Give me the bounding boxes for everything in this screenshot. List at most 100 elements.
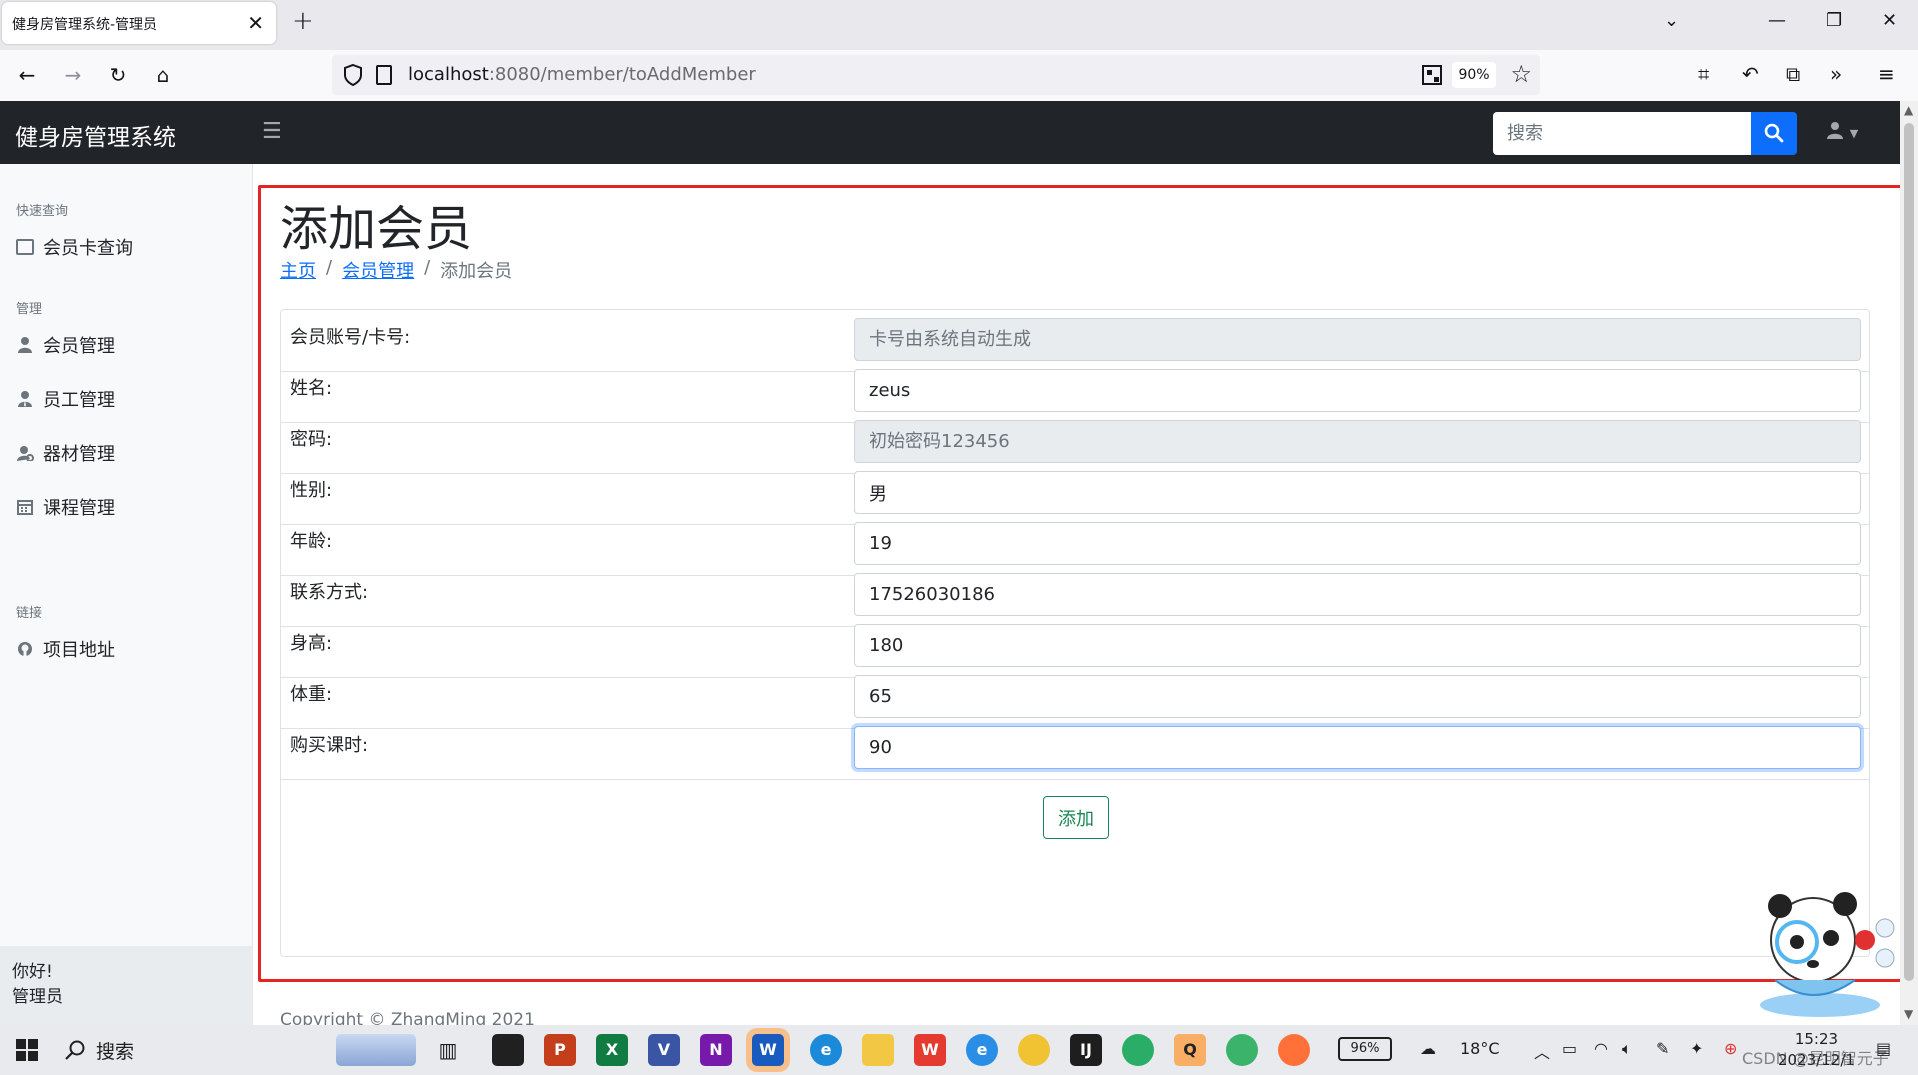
page-title: 添加会员 — [280, 201, 473, 257]
app-green-icon[interactable] — [1226, 1034, 1258, 1066]
windows-start-icon[interactable] — [16, 1039, 38, 1061]
user-role: 管理员 — [12, 987, 63, 1007]
user-icon — [18, 337, 32, 353]
temperature-text[interactable]: 18°C — [1460, 1039, 1500, 1058]
browser-tab[interactable]: 健身房管理系统-管理员 ✕ — [2, 2, 276, 44]
undo-icon[interactable]: ↶ — [1742, 62, 1759, 86]
csdn-icon[interactable]: ⊕ — [1724, 1039, 1737, 1058]
ime-icon[interactable]: ✦ — [1690, 1039, 1703, 1058]
age-input[interactable] — [854, 522, 1861, 565]
tab-list-chevron-icon[interactable]: ⌄ — [1664, 10, 1679, 31]
field-label: 密码: — [290, 429, 333, 450]
field-label: 年龄: — [290, 531, 333, 552]
extensions-icon[interactable]: ⧉ — [1786, 62, 1800, 86]
weight-input[interactable] — [854, 675, 1861, 718]
search-icon — [1764, 123, 1784, 143]
volume-icon[interactable]: 🔈︎ — [1622, 1039, 1632, 1059]
sidebar: 快速查询 会员卡查询 管理 会员管理 员工管理 器材管理 课程管理 链接 项目地… — [0, 164, 253, 1025]
sidebar-heading-links: 链接 — [16, 606, 43, 621]
sticky-notes-icon[interactable] — [492, 1034, 524, 1066]
user-menu[interactable]: ▼ — [1826, 121, 1858, 142]
card-number-input[interactable] — [854, 318, 1861, 361]
back-arrow-icon[interactable]: ← — [14, 62, 40, 88]
task-view-icon[interactable]: ▥ — [432, 1034, 464, 1066]
sidebar-item-courses[interactable]: 课程管理 — [16, 494, 115, 520]
sidebar-item-card-query[interactable]: 会员卡查询 — [16, 234, 133, 260]
restore-button[interactable]: ❐ — [1826, 10, 1842, 31]
class-hours-input[interactable] — [854, 726, 1861, 769]
reload-icon[interactable]: ↻ — [105, 62, 131, 88]
equipment-icon — [17, 446, 34, 461]
field-label: 姓名: — [290, 378, 333, 399]
scroll-up-arrow-icon[interactable]: ▲ — [1904, 103, 1913, 117]
word-icon[interactable]: W — [752, 1034, 784, 1066]
phone-input[interactable] — [854, 573, 1861, 616]
edge-icon[interactable]: e — [810, 1034, 842, 1066]
qr-code-icon[interactable] — [1422, 65, 1442, 85]
sidebar-item-project-link[interactable]: 项目地址 — [16, 636, 115, 662]
screenshot-icon[interactable]: ⌗ — [1698, 62, 1709, 86]
wechat-icon[interactable] — [1122, 1034, 1154, 1066]
sidebar-item-equipment[interactable]: 器材管理 — [16, 440, 115, 466]
close-window-button[interactable]: ✕ — [1882, 10, 1897, 31]
sidebar-item-label: 项目地址 — [43, 640, 115, 661]
breadcrumb-current: 添加会员 — [440, 261, 513, 282]
height-input[interactable] — [854, 624, 1861, 667]
greeting-text: 你好! — [12, 962, 53, 982]
search-button[interactable] — [1751, 112, 1797, 155]
visio-icon[interactable]: V — [648, 1034, 680, 1066]
ie-browser-icon[interactable]: e — [966, 1034, 998, 1066]
onenote-icon[interactable]: N — [700, 1034, 732, 1066]
intellij-icon[interactable]: IJ — [1070, 1034, 1102, 1066]
field-label: 性别: — [290, 480, 333, 501]
taskbar-search[interactable]: 搜索 — [64, 1033, 334, 1067]
excel-icon[interactable]: X — [596, 1034, 628, 1066]
bookmark-star-icon[interactable]: ☆ — [1510, 60, 1532, 88]
sidebar-heading-manage: 管理 — [16, 302, 43, 317]
add-member-form: 会员账号/卡号: 姓名: 密码: 性别: 年龄: 联系方式: 身高: 体重: 购… — [280, 309, 1870, 957]
sidebar-item-staff[interactable]: 员工管理 — [16, 386, 115, 412]
sidebar-item-label: 员工管理 — [43, 390, 115, 411]
github-icon — [18, 642, 32, 656]
search-input[interactable] — [1493, 112, 1751, 155]
sidebar-item-members[interactable]: 会员管理 — [16, 332, 115, 358]
gender-input[interactable] — [854, 471, 1861, 514]
new-tab-button[interactable]: + — [292, 6, 314, 36]
notification-icon[interactable]: ▤ — [1876, 1039, 1891, 1058]
wifi-icon[interactable]: ◠ — [1594, 1039, 1608, 1058]
url-text[interactable]: localhost:8080/member/toAddMember — [408, 64, 756, 85]
file-explorer-icon[interactable] — [862, 1034, 894, 1066]
forward-arrow-icon[interactable]: → — [60, 62, 86, 88]
tab-close-icon[interactable]: ✕ — [247, 11, 264, 35]
page-scrollbar[interactable]: ▲ ▼ — [1900, 101, 1918, 1025]
network-icon[interactable]: ▭ — [1562, 1039, 1577, 1058]
qq-icon[interactable]: Q — [1174, 1034, 1206, 1066]
app-circle-icon[interactable] — [1018, 1034, 1050, 1066]
add-member-button[interactable]: 添加 — [1043, 796, 1109, 839]
brand-title[interactable]: 健身房管理系统 — [15, 118, 176, 152]
minimize-button[interactable]: — — [1768, 10, 1786, 31]
wps-icon[interactable]: W — [914, 1034, 946, 1066]
zoom-level[interactable]: 90% — [1452, 62, 1496, 88]
scroll-down-arrow-icon[interactable]: ▼ — [1904, 1007, 1913, 1021]
shield-icon[interactable] — [342, 63, 364, 87]
firefox-icon[interactable] — [1278, 1034, 1310, 1066]
weather-cloud-icon[interactable]: ☁ — [1420, 1039, 1436, 1058]
menu-icon[interactable]: ≡ — [1878, 62, 1895, 86]
breadcrumb-home-link[interactable]: 主页 — [280, 257, 316, 283]
search-highlight-image-icon — [336, 1034, 416, 1066]
battery-indicator[interactable]: 96% — [1338, 1037, 1392, 1061]
more-tools-chevron-icon[interactable]: » — [1830, 62, 1842, 86]
name-input[interactable] — [854, 369, 1861, 412]
password-input[interactable] — [854, 420, 1861, 463]
home-icon[interactable]: ⌂ — [150, 62, 176, 88]
address-bar[interactable]: localhost:8080/member/toAddMember 90% ☆ — [332, 55, 1540, 95]
breadcrumb-members-link[interactable]: 会员管理 — [342, 257, 414, 283]
scrollbar-thumb[interactable] — [1904, 123, 1914, 981]
tray-expand-chevron-icon[interactable]: ︿ — [1534, 1039, 1550, 1063]
pen-icon[interactable]: ✎ — [1656, 1039, 1669, 1058]
search-icon — [65, 1040, 85, 1060]
user-icon — [1827, 122, 1843, 139]
powerpoint-icon[interactable]: P — [544, 1034, 576, 1066]
sidebar-toggle-icon[interactable]: ☰ — [262, 119, 282, 144]
